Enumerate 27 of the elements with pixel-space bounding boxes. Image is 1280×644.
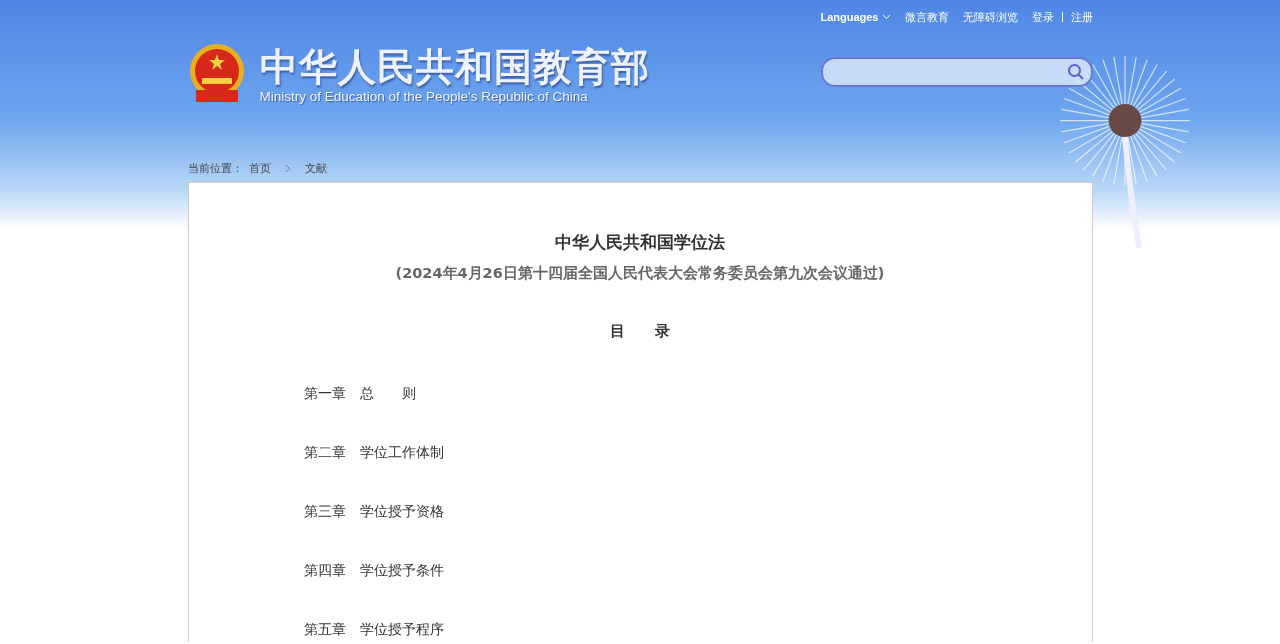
ministry-subtitle: Ministry of Education of the People's Republic of China bbox=[259, 88, 589, 104]
ministry-title: 中华人民共和国教育部 bbox=[259, 44, 650, 89]
law-title: 中华人民共和国学位法 bbox=[554, 231, 726, 254]
chapter-number: 第二章 bbox=[303, 443, 346, 462]
chapter-name: 总 则 bbox=[359, 384, 416, 403]
chapter-number: 第一章 bbox=[303, 384, 346, 403]
law-subtitle: (2024年4月26日第十四届全国人民代表大会常务委员会第九次会议通过) bbox=[394, 264, 886, 283]
search-icon[interactable] bbox=[1066, 63, 1085, 81]
chapter-name: 学位工作体制 bbox=[359, 443, 444, 462]
chapter-number: 第四章 bbox=[303, 561, 346, 580]
chapter-number: 第三章 bbox=[303, 502, 346, 521]
chevron-right-icon bbox=[284, 163, 291, 173]
breadcrumb-link[interactable]: 文献 bbox=[304, 160, 327, 176]
languages-link[interactable]: Languages bbox=[820, 11, 891, 23]
chevron-down-icon bbox=[881, 14, 891, 20]
header-link[interactable]: 微言教育 bbox=[904, 9, 949, 25]
chapter-name: 学位授予资格 bbox=[359, 502, 444, 521]
header-link[interactable]: 无障碍浏览 bbox=[962, 9, 1018, 25]
breadcrumb-link[interactable]: 首页 bbox=[248, 160, 271, 176]
breadcrumb-label: 当前位置： bbox=[187, 160, 243, 176]
chapter-name: 学位授予程序 bbox=[359, 620, 444, 639]
chapter-number: 第五章 bbox=[303, 620, 346, 639]
toc-heading: 目 录 bbox=[609, 322, 671, 341]
header-link[interactable]: 登录 bbox=[1031, 9, 1054, 25]
search-field[interactable] bbox=[820, 57, 1093, 87]
chapter-name: 学位授予条件 bbox=[359, 561, 444, 580]
header-link[interactable]: 注册 bbox=[1070, 9, 1093, 25]
